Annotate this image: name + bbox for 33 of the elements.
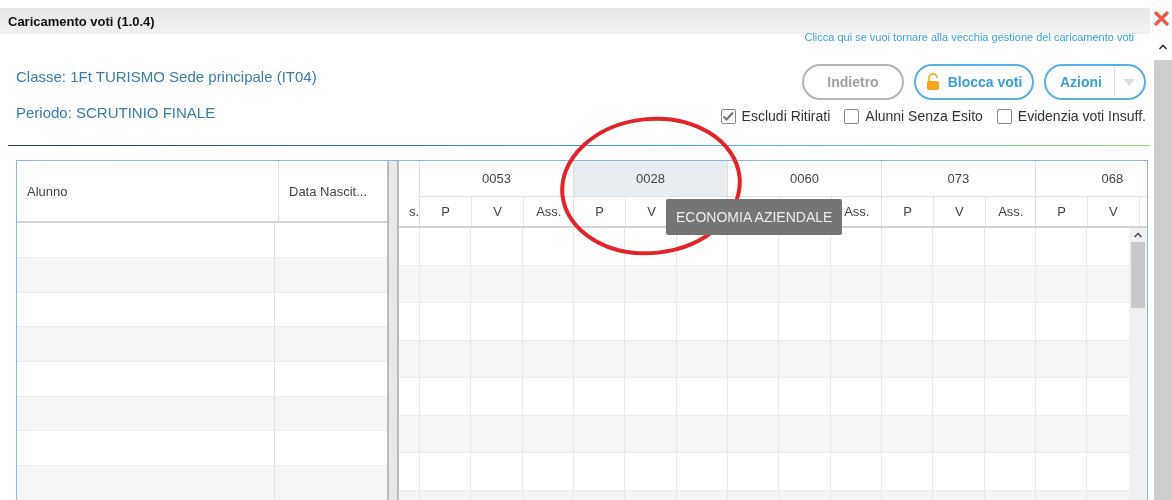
checkbox-icon[interactable]	[844, 108, 860, 124]
column-header: V	[471, 197, 523, 226]
column-header: V	[1087, 197, 1139, 226]
subject-header[interactable]: 0053	[420, 161, 573, 197]
column-header: P	[440, 203, 451, 221]
scroll-up-icon[interactable]	[1158, 43, 1168, 51]
class-info-text: Periodo: SCRUTINIO FINALE	[16, 104, 217, 121]
filter-checkbox[interactable]: Alunni Senza Esito	[844, 108, 983, 124]
checkbox-icon[interactable]	[996, 108, 1012, 124]
column-header: Ass.	[522, 197, 574, 226]
column-header: s.	[407, 203, 419, 221]
column-header: P	[902, 203, 913, 221]
close-icon[interactable]	[1154, 10, 1169, 26]
subject-header[interactable]: 0060	[727, 161, 881, 197]
column-header[interactable]: Data Nascit...	[279, 161, 387, 222]
checkbox-icon[interactable]	[720, 108, 736, 124]
scrollbar[interactable]	[1154, 34, 1172, 500]
column-header[interactable]: Alunno	[17, 161, 279, 222]
padlock-icon	[925, 73, 940, 91]
column-header: V	[933, 197, 985, 226]
subject-header[interactable]: 0028	[574, 161, 727, 197]
tooltip: ECONOMIA AZIENDALE	[666, 199, 843, 235]
column-header: P	[1056, 203, 1067, 221]
column-header: P	[594, 203, 605, 221]
scrollbar[interactable]	[1129, 228, 1147, 500]
subject-header[interactable]: 073	[881, 161, 1035, 197]
window-title: Caricamento voti (1.0.4)	[0, 8, 1150, 34]
column-header: Ass.	[984, 197, 1036, 226]
scrollbar-thumb[interactable]	[1131, 242, 1145, 308]
filter-checkbox[interactable]: Evidenzia voti Insuff.	[996, 108, 1146, 124]
class-info-text: Classe: 1Ft TURISMO Sede principale (IT04)	[16, 68, 317, 85]
filter-checkbox[interactable]: Escludi Ritirati	[720, 108, 831, 124]
caret-icon	[1123, 78, 1135, 86]
